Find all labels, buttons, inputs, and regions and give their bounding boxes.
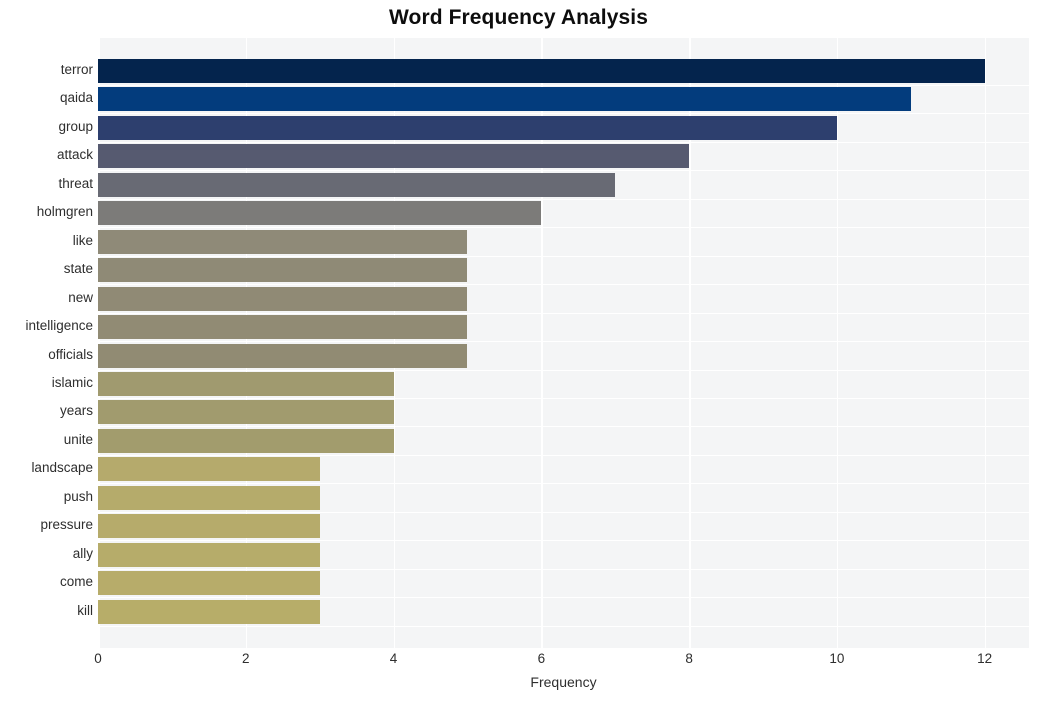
- bar[interactable]: [98, 457, 320, 482]
- x-axis-tick-labels: 0 2 4 6 8 10 12: [94, 651, 1029, 673]
- y-axis-label: terror: [60, 62, 93, 77]
- y-axis-label: years: [59, 403, 93, 419]
- bar[interactable]: [98, 87, 911, 112]
- bar[interactable]: [98, 258, 468, 283]
- y-axis-label: attack: [56, 147, 93, 163]
- bar[interactable]: [98, 144, 690, 169]
- bar[interactable]: [98, 400, 394, 425]
- x-axis-tick-label: 2: [242, 651, 250, 666]
- bars-layer: [98, 38, 1029, 648]
- y-axis-label: group: [58, 118, 93, 134]
- bar[interactable]: [98, 286, 468, 311]
- x-axis-tick-label: 0: [94, 651, 102, 666]
- bar[interactable]: [98, 514, 320, 539]
- y-axis-label: islamic: [51, 374, 93, 390]
- y-axis-label: ally: [72, 545, 93, 561]
- y-axis-label: qaida: [59, 90, 93, 106]
- bar[interactable]: [98, 485, 320, 510]
- bar[interactable]: [98, 599, 320, 624]
- bar[interactable]: [98, 229, 468, 254]
- y-axis-label: threat: [58, 175, 93, 191]
- y-axis-label: intelligence: [25, 318, 93, 334]
- bar[interactable]: [98, 428, 394, 453]
- x-axis-title: Frequency: [530, 674, 597, 690]
- x-axis-tick-label: 4: [389, 651, 398, 666]
- y-axis-label: holmgren: [36, 204, 93, 220]
- x-axis-tick-label: 10: [829, 651, 845, 666]
- x-axis-tick-label: 12: [977, 651, 993, 666]
- y-axis-label: like: [72, 232, 93, 248]
- chart-title: Word Frequency Analysis: [388, 6, 649, 29]
- y-axis-label: unite: [63, 431, 93, 447]
- y-axis-label: come: [59, 574, 93, 590]
- bar[interactable]: [98, 59, 985, 83]
- y-axis-label: landscape: [31, 460, 93, 476]
- y-axis-label: new: [68, 289, 93, 305]
- y-axis-label: push: [63, 488, 93, 504]
- bar[interactable]: [98, 115, 837, 140]
- plot-area: [98, 38, 1029, 648]
- bar[interactable]: [98, 571, 320, 596]
- x-axis-tick-label: 8: [685, 651, 693, 666]
- y-axis-label: state: [63, 261, 93, 277]
- word-frequency-chart: Word Frequency Analysis terror qaida group…: [0, 0, 1037, 701]
- bar[interactable]: [98, 371, 394, 396]
- y-axis-category-labels: terror qaida group attack threat holmgren like…: [0, 38, 93, 648]
- y-axis-label: kill: [77, 602, 93, 618]
- bar[interactable]: [98, 201, 542, 226]
- bar[interactable]: [98, 542, 320, 567]
- x-axis-tick-label: 6: [537, 651, 546, 666]
- y-axis-label: officials: [48, 346, 93, 362]
- bar[interactable]: [98, 315, 468, 340]
- y-axis-label: pressure: [40, 517, 93, 533]
- bar[interactable]: [98, 343, 468, 368]
- bar[interactable]: [98, 172, 616, 197]
